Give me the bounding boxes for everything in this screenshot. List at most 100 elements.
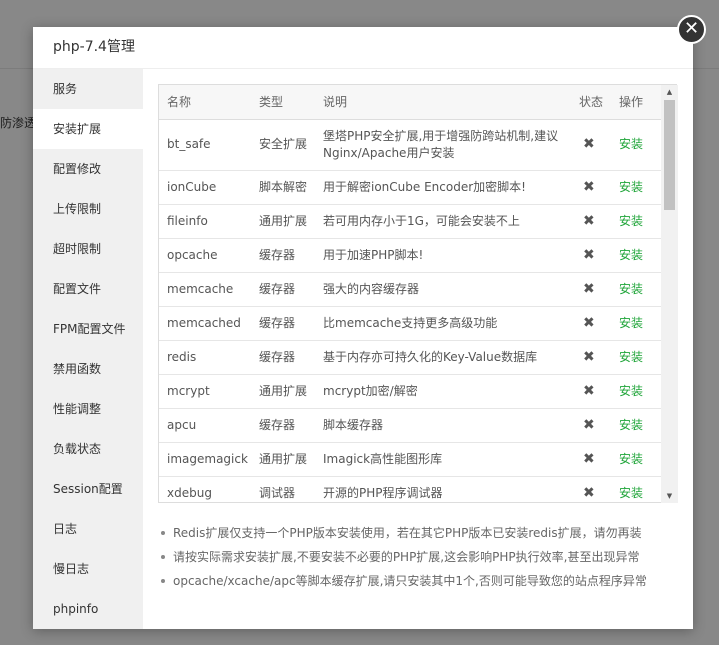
extension-description: 比memcache支持更多高级功能	[315, 306, 571, 341]
extension-type: 通用扩展	[251, 204, 315, 239]
extension-description: 若可用内存小于1G，可能会安装不上	[315, 204, 571, 239]
sidebar-item[interactable]: 配置修改	[33, 149, 143, 189]
scroll-up-arrow-icon[interactable]: ▲	[661, 85, 678, 99]
install-link[interactable]: 安装	[611, 442, 661, 477]
status-not-installed-icon: ✖	[571, 408, 611, 443]
extension-type: 缓存器	[251, 272, 315, 307]
sidebar-item[interactable]: 慢日志	[33, 549, 143, 589]
php-manager-dialog: php-7.4管理 服务 安装扩展 配置修改 上传限制 超时限制 配置文件 FPM配置文件禁…	[33, 27, 693, 629]
extension-name: fileinfo	[159, 204, 251, 239]
header-name: 名称	[159, 85, 251, 120]
extension-type: 安全扩展	[251, 119, 315, 171]
dialog-body: 服务 安装扩展 配置修改 上传限制 超时限制 配置文件 FPM配置文件 禁用函数 性能调整 负载状…	[33, 69, 693, 629]
note-item: 请按实际需求安装扩展,不要安装不必要的PHP扩展,这会影响PHP执行效率,甚至出…	[158, 545, 678, 569]
extension-description: 用于加速PHP脚本!	[315, 238, 571, 273]
header-type: 类型	[251, 85, 315, 120]
note-text: opcache/xcache/apc等脚本缓存扩展,请只安装其中1个,否则可能导…	[173, 574, 647, 588]
extension-name: bt_safe	[159, 119, 251, 171]
header-action: 操作	[611, 85, 661, 120]
extension-type: 脚本解密	[251, 170, 315, 205]
install-link[interactable]: 安装	[611, 306, 661, 341]
note-item: Redis扩展仅支持一个PHP版本安装使用，若在其它PHP版本已安装redis扩…	[158, 521, 678, 545]
extensions-table: 名称 类型 说明 状态 操作 bt_safe 安全扩展 堡塔PHP安全扩展,用于增强…	[159, 85, 661, 502]
extension-type: 缓存器	[251, 408, 315, 443]
extensions-panel: 名称 类型 说明 状态 操作 bt_safe 安全扩展 堡塔PHP安全扩展,用于增强…	[143, 69, 693, 629]
sidebar-item[interactable]: Session配置	[33, 469, 143, 509]
dialog-title: php-7.4管理	[33, 27, 693, 69]
sidebar-item[interactable]: 安装扩展	[33, 109, 143, 149]
install-link[interactable]: 安装	[611, 119, 661, 171]
sidebar-item[interactable]: phpinfo	[33, 589, 143, 629]
install-link[interactable]: 安装	[611, 408, 661, 443]
table-row: memcache 缓存器 强大的内容缓存器 ✖ 安装	[159, 272, 661, 307]
status-not-installed-icon: ✖	[571, 374, 611, 409]
extension-description: 开源的PHP程序调试器	[315, 476, 571, 502]
extension-type: 缓存器	[251, 306, 315, 341]
note-text: Redis扩展仅支持一个PHP版本安装使用，若在其它PHP版本已安装redis扩…	[173, 526, 642, 540]
close-icon[interactable]: ✕	[677, 15, 706, 44]
status-not-installed-icon: ✖	[571, 238, 611, 273]
table-row: apcu 缓存器 脚本缓存器 ✖ 安装	[159, 408, 661, 443]
table-row: ionCube 脚本解密 用于解密ionCube Encoder加密脚本! ✖ 安装	[159, 170, 661, 205]
table-row: bt_safe 安全扩展 堡塔PHP安全扩展,用于增强防跨站机制,建议Nginx/A…	[159, 119, 661, 171]
sidebar-item[interactable]: 超时限制	[33, 229, 143, 269]
bullet-icon	[161, 531, 165, 535]
table-row: xdebug 调试器 开源的PHP程序调试器 ✖ 安装	[159, 476, 661, 502]
status-not-installed-icon: ✖	[571, 204, 611, 239]
extension-type: 通用扩展	[251, 374, 315, 409]
note-item: opcache/xcache/apc等脚本缓存扩展,请只安装其中1个,否则可能导…	[158, 569, 678, 593]
bullet-icon	[161, 579, 165, 583]
table-scrollbar[interactable]: ▲ ▼	[661, 85, 678, 503]
table-row: fileinfo 通用扩展 若可用内存小于1G，可能会安装不上 ✖ 安装	[159, 204, 661, 239]
status-not-installed-icon: ✖	[571, 170, 611, 205]
sidebar-item[interactable]: 配置文件	[33, 269, 143, 309]
sidebar-item[interactable]: 日志	[33, 509, 143, 549]
install-link[interactable]: 安装	[611, 272, 661, 307]
extension-name: memcached	[159, 306, 251, 341]
sidebar: 服务 安装扩展 配置修改 上传限制 超时限制 配置文件 FPM配置文件 禁用函数 性能调整 负载状…	[33, 69, 143, 629]
install-link[interactable]: 安装	[611, 476, 661, 502]
extension-name: mcrypt	[159, 374, 251, 409]
sidebar-item[interactable]: 负载状态	[33, 429, 143, 469]
sidebar-item[interactable]: 服务	[33, 69, 143, 109]
extension-description: 用于解密ionCube Encoder加密脚本!	[315, 170, 571, 205]
extensions-table-container: 名称 类型 说明 状态 操作 bt_safe 安全扩展 堡塔PHP安全扩展,用于增强…	[158, 84, 677, 503]
notes-list: Redis扩展仅支持一个PHP版本安装使用，若在其它PHP版本已安装redis扩…	[158, 521, 678, 593]
extension-name: redis	[159, 340, 251, 375]
extension-description: Imagick高性能图形库	[315, 442, 571, 477]
header-description: 说明	[315, 85, 571, 120]
bullet-icon	[161, 555, 165, 559]
sidebar-item[interactable]: 上传限制	[33, 189, 143, 229]
extension-name: xdebug	[159, 476, 251, 502]
extension-type: 调试器	[251, 476, 315, 502]
sidebar-item[interactable]: FPM配置文件	[33, 309, 143, 349]
extension-name: ionCube	[159, 170, 251, 205]
install-link[interactable]: 安装	[611, 170, 661, 205]
extension-name: apcu	[159, 408, 251, 443]
table-row: mcrypt 通用扩展 mcrypt加密/解密 ✖ 安装	[159, 374, 661, 409]
status-not-installed-icon: ✖	[571, 306, 611, 341]
sidebar-item[interactable]: 性能调整	[33, 389, 143, 429]
extension-description: mcrypt加密/解密	[315, 374, 571, 409]
extension-description: 基于内存亦可持久化的Key-Value数据库	[315, 340, 571, 375]
install-link[interactable]: 安装	[611, 374, 661, 409]
status-not-installed-icon: ✖	[571, 119, 611, 171]
extension-type: 通用扩展	[251, 442, 315, 477]
extension-description: 强大的内容缓存器	[315, 272, 571, 307]
sidebar-item[interactable]: 禁用函数	[33, 349, 143, 389]
note-text: 请按实际需求安装扩展,不要安装不必要的PHP扩展,这会影响PHP执行效率,甚至出…	[173, 550, 640, 564]
scroll-thumb[interactable]	[664, 100, 675, 210]
install-link[interactable]: 安装	[611, 238, 661, 273]
extension-name: opcache	[159, 238, 251, 273]
status-not-installed-icon: ✖	[571, 442, 611, 477]
scroll-down-arrow-icon[interactable]: ▼	[661, 489, 678, 503]
table-row: imagemagick 通用扩展 Imagick高性能图形库 ✖ 安装	[159, 442, 661, 477]
extension-name: imagemagick	[159, 442, 251, 477]
status-not-installed-icon: ✖	[571, 272, 611, 307]
extension-type: 缓存器	[251, 340, 315, 375]
install-link[interactable]: 安装	[611, 340, 661, 375]
extension-description: 堡塔PHP安全扩展,用于增强防跨站机制,建议Nginx/Apache用户安装	[315, 119, 571, 171]
table-header-row: 名称 类型 说明 状态 操作	[159, 85, 661, 120]
install-link[interactable]: 安装	[611, 204, 661, 239]
status-not-installed-icon: ✖	[571, 340, 611, 375]
